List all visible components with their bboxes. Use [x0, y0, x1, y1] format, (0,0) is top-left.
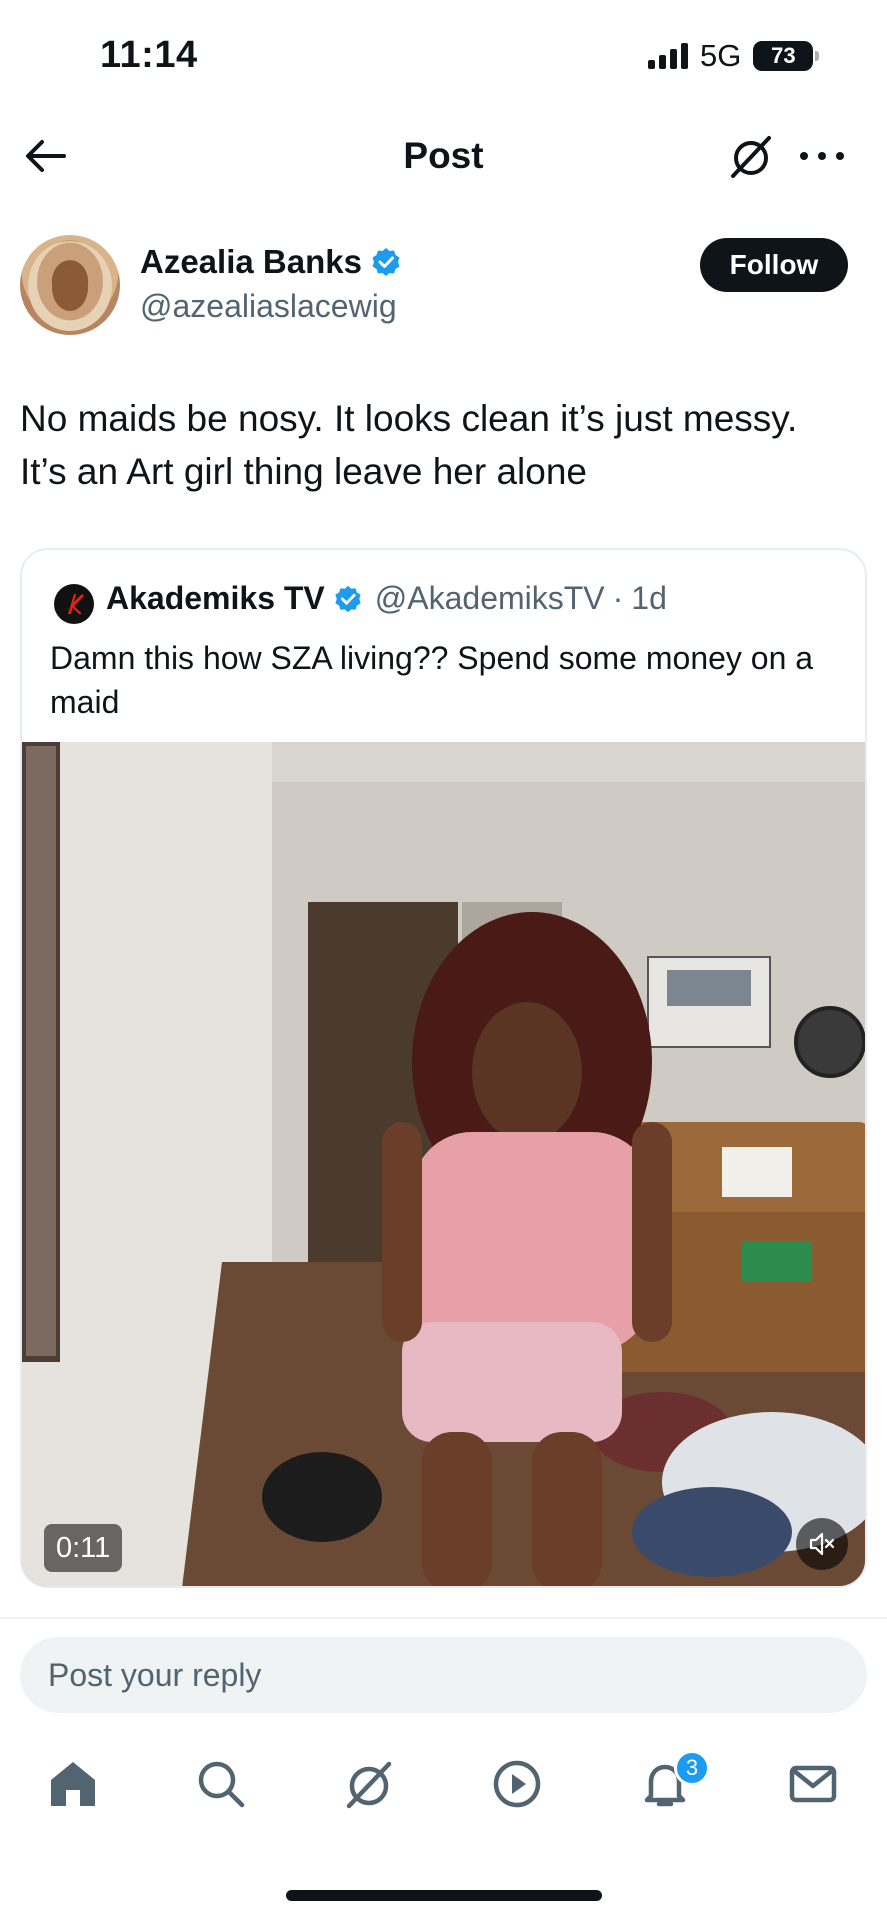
video-player[interactable]: 0:11 — [22, 742, 865, 1586]
reply-input[interactable]: Post your reply — [20, 1637, 867, 1713]
author-avatar[interactable] — [20, 235, 120, 335]
quote-author-avatar — [54, 584, 94, 624]
akademiks-logo-icon — [68, 594, 84, 614]
nav-grok[interactable] — [341, 1756, 397, 1812]
quote-text: Damn this how SZA living?? Spend some mo… — [50, 640, 814, 720]
video-thumbnail — [22, 742, 865, 1586]
status-indicators: 5G 73 — [648, 38, 820, 74]
video-duration: 0:11 — [44, 1524, 123, 1572]
author-name[interactable]: Azealia Banks — [140, 243, 402, 281]
follow-button[interactable]: Follow — [700, 238, 848, 292]
nav-home[interactable] — [45, 1756, 101, 1812]
video-icon — [493, 1760, 541, 1808]
notification-badge: 3 — [674, 1750, 710, 1786]
nav-messages[interactable] — [785, 1756, 841, 1812]
network-type: 5G — [700, 38, 742, 73]
quote-header: Akademiks TV @AkademiksTV · 1d — [106, 580, 667, 617]
more-icon — [800, 152, 844, 160]
grok-icon — [731, 136, 771, 178]
post-text-line: It’s an Art girl thing leave her alone — [20, 451, 587, 492]
nav-video[interactable] — [489, 1756, 545, 1812]
author-name-text: Azealia Banks — [140, 243, 362, 280]
quote-author-handle: @AkademiksTV — [374, 580, 605, 616]
nav-search[interactable] — [193, 1756, 249, 1812]
home-indicator — [286, 1890, 602, 1901]
quote-time: 1d — [631, 580, 667, 616]
grok-button[interactable] — [727, 132, 775, 180]
post-text: No maids be nosy. It looks clean it’s ju… — [20, 392, 870, 498]
status-time: 11:14 — [100, 34, 198, 76]
speaker-muted-icon — [809, 1532, 835, 1556]
mute-button[interactable] — [796, 1518, 848, 1570]
battery-level: 73 — [771, 43, 796, 68]
verified-badge-icon — [335, 585, 361, 612]
author-handle[interactable]: @azealiaslacewig — [140, 288, 397, 325]
messages-icon — [789, 1765, 837, 1803]
search-icon — [198, 1761, 245, 1808]
signal-icon — [648, 43, 688, 69]
home-icon — [51, 1762, 95, 1806]
quoted-post-card[interactable]: Akademiks TV @AkademiksTV · 1d Damn this… — [20, 548, 867, 1588]
battery-icon: 73 — [753, 41, 820, 71]
verified-badge-icon — [372, 248, 400, 276]
quote-separator: · — [612, 580, 624, 616]
post-text-line: No maids be nosy. It looks clean it’s ju… — [20, 398, 798, 439]
divider — [0, 1617, 887, 1619]
more-button[interactable] — [796, 132, 848, 180]
quote-author-name: Akademiks TV — [106, 580, 325, 616]
grok-icon — [346, 1761, 392, 1809]
